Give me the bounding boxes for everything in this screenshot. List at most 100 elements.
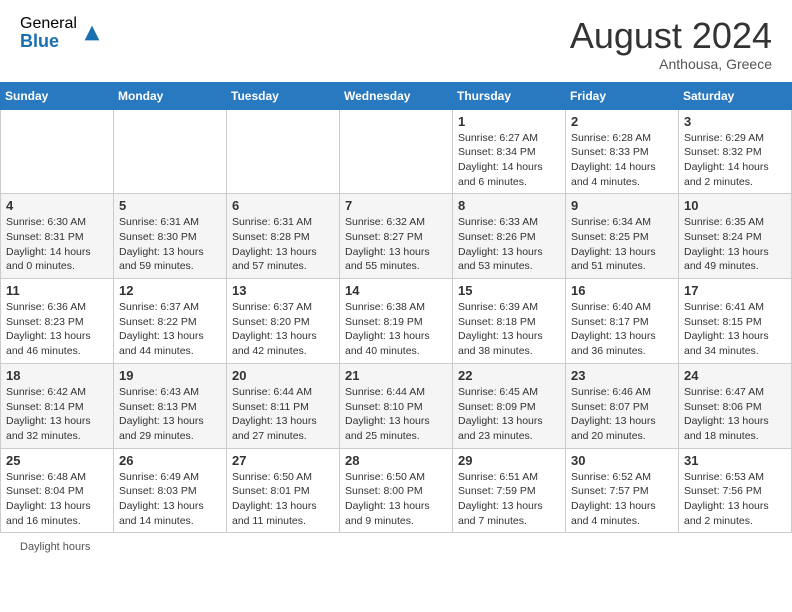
location: Anthousa, Greece <box>570 56 772 72</box>
week-row-0: 1 Sunrise: 6:27 AM Sunset: 8:34 PM Daylig… <box>1 109 792 194</box>
day-cell: 21Sunrise: 6:44 AM Sunset: 8:10 PM Dayli… <box>340 363 453 448</box>
day-number: 28 <box>345 453 447 468</box>
day-number: 22 <box>458 368 560 383</box>
day-info: Sunrise: 6:48 AM Sunset: 8:04 PM Dayligh… <box>6 470 108 529</box>
day-cell: 16 Sunrise: 6:40 AM Sunset: 8:17 PM Dayli… <box>566 279 679 364</box>
day-number: 19 <box>119 368 221 383</box>
day-cell: 6Sunrise: 6:31 AM Sunset: 8:28 PM Daylig… <box>227 194 340 279</box>
day-cell: 2 Sunrise: 6:28 AM Sunset: 8:33 PM Daylig… <box>566 109 679 194</box>
day-info: Sunrise: 6:52 AM Sunset: 7:57 PM Dayligh… <box>571 470 673 529</box>
day-header-friday: Friday <box>566 82 679 109</box>
header-row: SundayMondayTuesdayWednesdayThursdayFrid… <box>1 82 792 109</box>
day-cell: 4 Sunrise: 6:30 AM Sunset: 8:31 PM Daylig… <box>1 194 114 279</box>
day-cell: 11 Sunrise: 6:36 AM Sunset: 8:23 PM Dayli… <box>1 279 114 364</box>
day-info: Sunrise: 6:53 AM Sunset: 7:56 PM Dayligh… <box>684 470 786 529</box>
day-number: 18 <box>6 368 108 383</box>
day-info: Sunrise: 6:42 AM Sunset: 8:14 PM Dayligh… <box>6 385 108 444</box>
day-info: Sunrise: 6:43 AM Sunset: 8:13 PM Dayligh… <box>119 385 221 444</box>
logo-icon <box>81 22 103 44</box>
day-number: 14 <box>345 283 447 298</box>
day-cell: 22Sunrise: 6:45 AM Sunset: 8:09 PM Dayli… <box>453 363 566 448</box>
page-header: General Blue August 2024 Anthousa, Greec… <box>0 0 792 82</box>
day-cell: 8 Sunrise: 6:33 AM Sunset: 8:26 PM Daylig… <box>453 194 566 279</box>
day-cell <box>227 109 340 194</box>
day-number: 27 <box>232 453 334 468</box>
day-info: Sunrise: 6:34 AM Sunset: 8:25 PM Dayligh… <box>571 215 673 274</box>
day-number: 1 <box>458 114 560 129</box>
day-cell: 27 Sunrise: 6:50 AM Sunset: 8:01 PM Dayli… <box>227 448 340 533</box>
day-cell: 1 Sunrise: 6:27 AM Sunset: 8:34 PM Daylig… <box>453 109 566 194</box>
day-number: 11 <box>6 283 108 298</box>
day-number: 12 <box>119 283 221 298</box>
day-number: 26 <box>119 453 221 468</box>
day-info: Sunrise: 6:50 AM Sunset: 8:00 PM Dayligh… <box>345 470 447 529</box>
day-number: 13 <box>232 283 334 298</box>
day-cell: 24Sunrise: 6:47 AM Sunset: 8:06 PM Dayli… <box>679 363 792 448</box>
day-number: 31 <box>684 453 786 468</box>
day-number: 2 <box>571 114 673 129</box>
day-info: Sunrise: 6:27 AM Sunset: 8:34 PM Dayligh… <box>458 131 560 190</box>
day-info: Sunrise: 6:29 AM Sunset: 8:32 PM Dayligh… <box>684 131 786 190</box>
day-number: 3 <box>684 114 786 129</box>
day-cell: 3 Sunrise: 6:29 AM Sunset: 8:32 PM Daylig… <box>679 109 792 194</box>
day-info: Sunrise: 6:38 AM Sunset: 8:19 PM Dayligh… <box>345 300 447 359</box>
day-info: Sunrise: 6:31 AM Sunset: 8:30 PM Dayligh… <box>119 215 221 274</box>
day-info: Sunrise: 6:39 AM Sunset: 8:18 PM Dayligh… <box>458 300 560 359</box>
day-number: 16 <box>571 283 673 298</box>
day-cell: 25 Sunrise: 6:48 AM Sunset: 8:04 PM Dayli… <box>1 448 114 533</box>
day-number: 9 <box>571 198 673 213</box>
day-info: Sunrise: 6:36 AM Sunset: 8:23 PM Dayligh… <box>6 300 108 359</box>
day-info: Sunrise: 6:30 AM Sunset: 8:31 PM Dayligh… <box>6 215 108 274</box>
day-number: 5 <box>119 198 221 213</box>
day-number: 23 <box>571 368 673 383</box>
day-number: 15 <box>458 283 560 298</box>
day-info: Sunrise: 6:37 AM Sunset: 8:20 PM Dayligh… <box>232 300 334 359</box>
day-cell: 26Sunrise: 6:49 AM Sunset: 8:03 PM Dayli… <box>114 448 227 533</box>
day-cell: 15 Sunrise: 6:39 AM Sunset: 8:18 PM Dayli… <box>453 279 566 364</box>
day-cell <box>114 109 227 194</box>
day-number: 30 <box>571 453 673 468</box>
day-info: Sunrise: 6:50 AM Sunset: 8:01 PM Dayligh… <box>232 470 334 529</box>
day-cell: 14 Sunrise: 6:38 AM Sunset: 8:19 PM Dayli… <box>340 279 453 364</box>
day-number: 10 <box>684 198 786 213</box>
day-info: Sunrise: 6:44 AM Sunset: 8:10 PM Dayligh… <box>345 385 447 444</box>
day-info: Sunrise: 6:33 AM Sunset: 8:26 PM Dayligh… <box>458 215 560 274</box>
day-info: Sunrise: 6:28 AM Sunset: 8:33 PM Dayligh… <box>571 131 673 190</box>
day-cell: 31 Sunrise: 6:53 AM Sunset: 7:56 PM Dayli… <box>679 448 792 533</box>
calendar-table: SundayMondayTuesdayWednesdayThursdayFrid… <box>0 82 792 534</box>
day-cell: 19 Sunrise: 6:43 AM Sunset: 8:13 PM Dayli… <box>114 363 227 448</box>
week-row-2: 11 Sunrise: 6:36 AM Sunset: 8:23 PM Dayli… <box>1 279 792 364</box>
day-cell: 23 Sunrise: 6:46 AM Sunset: 8:07 PM Dayli… <box>566 363 679 448</box>
week-row-1: 4 Sunrise: 6:30 AM Sunset: 8:31 PM Daylig… <box>1 194 792 279</box>
footer-note: Daylight hours <box>0 533 792 561</box>
day-cell <box>340 109 453 194</box>
calendar-header: SundayMondayTuesdayWednesdayThursdayFrid… <box>1 82 792 109</box>
day-header-thursday: Thursday <box>453 82 566 109</box>
day-number: 25 <box>6 453 108 468</box>
calendar-body: 1 Sunrise: 6:27 AM Sunset: 8:34 PM Daylig… <box>1 109 792 533</box>
title-block: August 2024 Anthousa, Greece <box>570 16 772 72</box>
day-info: Sunrise: 6:32 AM Sunset: 8:27 PM Dayligh… <box>345 215 447 274</box>
logo: General Blue <box>20 16 103 50</box>
day-number: 24 <box>684 368 786 383</box>
day-info: Sunrise: 6:37 AM Sunset: 8:22 PM Dayligh… <box>119 300 221 359</box>
day-header-wednesday: Wednesday <box>340 82 453 109</box>
day-cell: 5 Sunrise: 6:31 AM Sunset: 8:30 PM Daylig… <box>114 194 227 279</box>
day-cell: 17Sunrise: 6:41 AM Sunset: 8:15 PM Dayli… <box>679 279 792 364</box>
logo-blue: Blue <box>20 32 77 50</box>
day-header-tuesday: Tuesday <box>227 82 340 109</box>
day-cell: 30 Sunrise: 6:52 AM Sunset: 7:57 PM Dayli… <box>566 448 679 533</box>
day-number: 7 <box>345 198 447 213</box>
daylight-note: Daylight hours <box>20 541 90 553</box>
day-header-saturday: Saturday <box>679 82 792 109</box>
day-number: 4 <box>6 198 108 213</box>
month-title: August 2024 <box>570 16 772 56</box>
day-number: 17 <box>684 283 786 298</box>
day-cell <box>1 109 114 194</box>
day-cell: 28 Sunrise: 6:50 AM Sunset: 8:00 PM Dayli… <box>340 448 453 533</box>
day-header-sunday: Sunday <box>1 82 114 109</box>
day-info: Sunrise: 6:40 AM Sunset: 8:17 PM Dayligh… <box>571 300 673 359</box>
day-number: 8 <box>458 198 560 213</box>
day-cell: 13 Sunrise: 6:37 AM Sunset: 8:20 PM Dayli… <box>227 279 340 364</box>
day-info: Sunrise: 6:46 AM Sunset: 8:07 PM Dayligh… <box>571 385 673 444</box>
